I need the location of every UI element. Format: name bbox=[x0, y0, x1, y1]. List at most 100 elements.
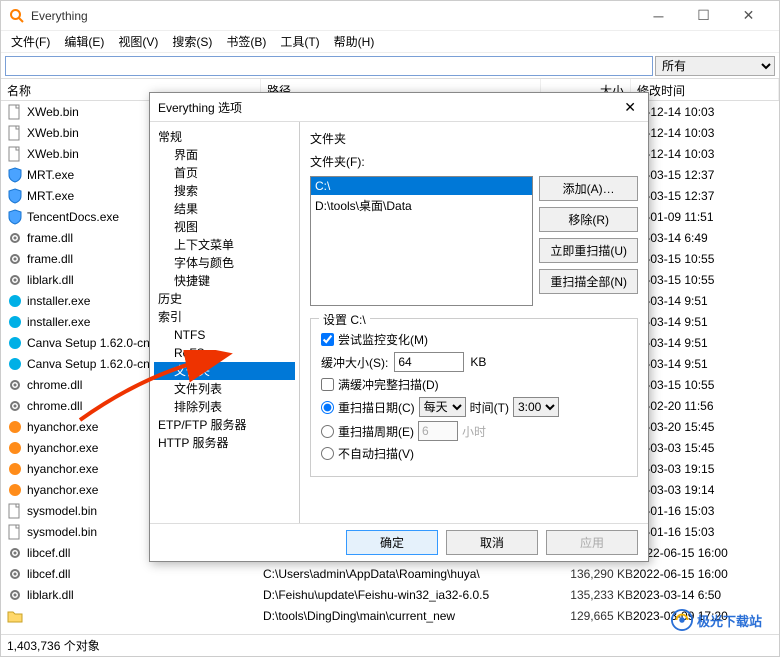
tree-node[interactable]: 上下文菜单 bbox=[154, 236, 295, 254]
monitor-checkbox[interactable]: 尝试监控变化(M) bbox=[321, 331, 627, 348]
dialog-close-icon[interactable]: ✕ bbox=[620, 99, 640, 116]
file-date: 2022-06-15 16:00 bbox=[633, 567, 773, 581]
tree-node[interactable]: ReFS bbox=[154, 344, 295, 362]
rescan-date-select[interactable]: 每天 bbox=[419, 397, 466, 417]
search-input[interactable] bbox=[5, 56, 653, 76]
filter-select[interactable]: 所有 bbox=[655, 56, 775, 76]
file-icon bbox=[7, 377, 23, 393]
file-icon bbox=[7, 566, 23, 582]
buffer-label: 缓冲大小(S): bbox=[321, 354, 388, 371]
menu-bookmark[interactable]: 书签(B) bbox=[220, 31, 272, 52]
minimize-button[interactable]: ─ bbox=[636, 1, 681, 31]
file-date: 23-03-15 10:55 bbox=[633, 252, 773, 266]
close-button[interactable]: ✕ bbox=[726, 1, 771, 31]
tree-node[interactable]: 排除列表 bbox=[154, 398, 295, 416]
folder-item[interactable]: C:\ bbox=[311, 177, 532, 195]
full-rescan-checkbox[interactable]: 满缓冲完整扫描(D) bbox=[321, 376, 627, 393]
dialog-title: Everything 选项 bbox=[158, 99, 620, 116]
watermark: 极光下载站 bbox=[671, 609, 762, 631]
tree-node[interactable]: 视图 bbox=[154, 218, 295, 236]
buffer-input[interactable] bbox=[394, 352, 464, 372]
folder-label: 文件夹(F): bbox=[310, 153, 638, 170]
maximize-button[interactable]: ☐ bbox=[681, 1, 726, 31]
add-button[interactable]: 添加(A)… bbox=[539, 176, 638, 201]
menu-search[interactable]: 搜索(S) bbox=[166, 31, 218, 52]
file-date: 23-03-03 15:45 bbox=[633, 441, 773, 455]
file-date: 23-03-15 12:37 bbox=[633, 168, 773, 182]
tree-node[interactable]: HTTP 服务器 bbox=[154, 434, 295, 452]
folder-listbox[interactable]: C:\D:\tools\桌面\Data bbox=[310, 176, 533, 306]
folder-item[interactable]: D:\tools\桌面\Data bbox=[311, 195, 532, 216]
tree-node[interactable]: 字体与颜色 bbox=[154, 254, 295, 272]
rescan-date-radio[interactable]: 重扫描日期(C) 每天 时间(T) 3:00 bbox=[321, 397, 627, 417]
rescan-period-radio[interactable]: 重扫描周期(E) 小时 bbox=[321, 421, 627, 441]
tree-node[interactable]: 索引 bbox=[154, 308, 295, 326]
file-icon bbox=[7, 230, 23, 246]
file-icon bbox=[7, 461, 23, 477]
options-tree[interactable]: 常规界面首页搜索结果视图上下文菜单字体与颜色快捷键历史索引NTFSReFS文件夹… bbox=[150, 122, 300, 523]
rescan-now-button[interactable]: 立即重扫描(U) bbox=[539, 238, 638, 263]
file-date: 23-03-20 15:45 bbox=[633, 420, 773, 434]
file-path: C:\Users\admin\AppData\Roaming\huya\ bbox=[263, 567, 543, 581]
panel-title: 文件夹 bbox=[310, 130, 638, 147]
file-icon bbox=[7, 587, 23, 603]
tree-node[interactable]: 文件夹 bbox=[154, 362, 295, 380]
buffer-unit: KB bbox=[470, 355, 486, 369]
file-date: 2022-06-15 16:00 bbox=[633, 546, 773, 560]
file-icon bbox=[7, 293, 23, 309]
menu-view[interactable]: 视图(V) bbox=[112, 31, 164, 52]
file-icon bbox=[7, 608, 23, 624]
tree-node[interactable]: 快捷键 bbox=[154, 272, 295, 290]
apply-button[interactable]: 应用 bbox=[546, 530, 638, 555]
file-name: libcef.dll bbox=[27, 567, 263, 581]
file-icon bbox=[7, 251, 23, 267]
file-date: 22-12-14 10:03 bbox=[633, 126, 773, 140]
rescan-all-button[interactable]: 重扫描全部(N) bbox=[539, 269, 638, 294]
file-size: 129,665 KB bbox=[543, 609, 633, 623]
settings-group: 设置 C:\ 尝试监控变化(M) 缓冲大小(S): KB 满缓冲完整扫描(D) … bbox=[310, 318, 638, 477]
ok-button[interactable]: 确定 bbox=[346, 530, 438, 555]
menu-edit[interactable]: 编辑(E) bbox=[58, 31, 110, 52]
file-icon bbox=[7, 335, 23, 351]
tree-node[interactable]: 结果 bbox=[154, 200, 295, 218]
tree-node[interactable]: ETP/FTP 服务器 bbox=[154, 416, 295, 434]
tree-node[interactable]: 首页 bbox=[154, 164, 295, 182]
file-icon bbox=[7, 272, 23, 288]
file-date: 23-03-14 6:49 bbox=[633, 231, 773, 245]
rescan-time-select[interactable]: 3:00 bbox=[513, 397, 559, 417]
menu-help[interactable]: 帮助(H) bbox=[328, 31, 381, 52]
file-date: 23-01-16 15:03 bbox=[633, 504, 773, 518]
file-name: liblark.dll bbox=[27, 588, 263, 602]
tree-node[interactable]: 历史 bbox=[154, 290, 295, 308]
file-row[interactable]: liblark.dllD:\Feishu\update\Feishu-win32… bbox=[1, 584, 779, 605]
file-date: 23-03-15 10:55 bbox=[633, 273, 773, 287]
file-date: 23-01-16 15:03 bbox=[633, 525, 773, 539]
menu-tools[interactable]: 工具(T) bbox=[274, 31, 325, 52]
tree-node[interactable]: 文件列表 bbox=[154, 380, 295, 398]
file-path: D:\tools\DingDing\main\current_new bbox=[263, 609, 543, 623]
remove-button[interactable]: 移除(R) bbox=[539, 207, 638, 232]
file-date: 23-01-09 11:51 bbox=[633, 210, 773, 224]
window-title: Everything bbox=[31, 9, 636, 23]
file-date: 23-03-15 12:37 bbox=[633, 189, 773, 203]
titlebar: Everything ─ ☐ ✕ bbox=[1, 1, 779, 31]
file-row[interactable]: libcef.dllC:\Users\admin\AppData\Roaming… bbox=[1, 563, 779, 584]
cancel-button[interactable]: 取消 bbox=[446, 530, 538, 555]
col-date[interactable]: 修改时间 bbox=[631, 79, 779, 100]
statusbar: 1,403,736 个对象 bbox=[1, 634, 779, 656]
file-row[interactable]: D:\tools\DingDing\main\current_new129,66… bbox=[1, 605, 779, 626]
file-icon bbox=[7, 524, 23, 540]
menubar: 文件(F) 编辑(E) 视图(V) 搜索(S) 书签(B) 工具(T) 帮助(H… bbox=[1, 31, 779, 53]
file-icon bbox=[7, 167, 23, 183]
tree-node[interactable]: 常规 bbox=[154, 128, 295, 146]
file-icon bbox=[7, 482, 23, 498]
file-date: 22-12-14 10:03 bbox=[633, 105, 773, 119]
tree-node[interactable]: 搜索 bbox=[154, 182, 295, 200]
watermark-icon bbox=[671, 609, 693, 631]
tree-node[interactable]: 界面 bbox=[154, 146, 295, 164]
file-icon bbox=[7, 545, 23, 561]
no-auto-radio[interactable]: 不自动扫描(V) bbox=[321, 445, 627, 462]
menu-file[interactable]: 文件(F) bbox=[5, 31, 56, 52]
file-date: 23-03-15 10:55 bbox=[633, 378, 773, 392]
tree-node[interactable]: NTFS bbox=[154, 326, 295, 344]
